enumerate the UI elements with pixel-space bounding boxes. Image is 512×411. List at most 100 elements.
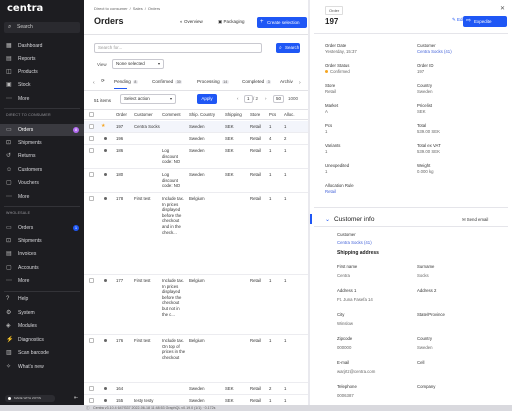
close-icon[interactable]: ✕ bbox=[500, 5, 505, 12]
sidebar-item-system[interactable]: ⚙ System bbox=[0, 307, 84, 319]
page-next-icon[interactable]: › bbox=[265, 96, 267, 101]
row-checkbox[interactable] bbox=[89, 386, 94, 391]
search-input[interactable]: Search for... bbox=[94, 43, 262, 53]
customer-link[interactable]: Centra Socks (41) bbox=[337, 240, 372, 245]
page-input[interactable]: 1 bbox=[244, 95, 253, 103]
apply-button[interactable]: Apply bbox=[197, 94, 217, 104]
sidebar-item-ws-invoices[interactable]: ▤ Invoices bbox=[0, 248, 84, 260]
bulk-action-select[interactable]: Select action ▾ bbox=[120, 94, 176, 104]
sidebar-item-more[interactable]: ⋯ More bbox=[0, 93, 84, 105]
select-all-checkbox[interactable] bbox=[89, 112, 94, 117]
cell-order-number[interactable]: 186 bbox=[116, 148, 123, 154]
sidebar-item-ws-accounts[interactable]: ▢ Accounts bbox=[0, 262, 84, 274]
customer-info-title[interactable]: Customer info bbox=[334, 216, 374, 223]
table-row[interactable]: ★ 197 Centra Socks Sweden SEK Retail 1 1 bbox=[84, 121, 308, 133]
table-row[interactable]: 180 Log discount code: NO Sweden SEK Retail 1… bbox=[84, 169, 308, 193]
made-with-badge[interactable]: MADE WITH ZOTIN bbox=[5, 395, 55, 402]
cell-order-number[interactable]: 197 bbox=[116, 124, 123, 130]
tab-completed[interactable]: Completed 3 bbox=[242, 79, 272, 84]
centra-logo[interactable]: centra bbox=[7, 3, 43, 14]
row-checkbox[interactable] bbox=[89, 338, 94, 343]
expedite-button[interactable]: ⇨ Expedite bbox=[463, 16, 507, 27]
table-row[interactable]: 176 First test Include tax. On top of pric… bbox=[84, 335, 308, 383]
cell-ship-country: Sweden bbox=[189, 124, 205, 129]
col-customer[interactable]: Customer bbox=[134, 112, 153, 117]
tab-processing[interactable]: Processing 14 bbox=[197, 79, 229, 84]
col-store[interactable]: Store bbox=[250, 112, 260, 117]
sidebar-item-shipments[interactable]: ⊡ Shipments bbox=[0, 137, 84, 149]
row-checkbox[interactable] bbox=[89, 196, 94, 201]
tab-refresh-icon[interactable]: ⟳ bbox=[101, 78, 105, 84]
cell-order-number[interactable]: 178 bbox=[116, 196, 123, 202]
sidebar-item-reports[interactable]: ▤ Reports bbox=[0, 53, 84, 65]
table-row[interactable]: 196 Sweden SEK Retail 4 2 bbox=[84, 133, 308, 145]
table-row[interactable]: 178 First test Include tax. In prices disp… bbox=[84, 193, 308, 275]
col-alloc[interactable]: Alloc. bbox=[284, 112, 295, 117]
per-page-1000[interactable]: 1000 bbox=[288, 96, 298, 101]
tab-archived[interactable]: Archiv bbox=[280, 79, 293, 84]
cell-order-number[interactable]: 177 bbox=[116, 278, 123, 284]
sidebar-item-ws-more[interactable]: ⋯ More bbox=[0, 275, 84, 287]
per-page-50[interactable]: 50 bbox=[273, 95, 285, 103]
packaging-button[interactable]: ▣ Packaging bbox=[218, 19, 245, 25]
sidebar-item-dashboard[interactable]: ▦ Dashboard bbox=[0, 40, 84, 52]
row-checkbox[interactable] bbox=[89, 278, 94, 283]
table-row[interactable]: 155 testy testy Sweden SEK Retail 1 1 bbox=[84, 395, 308, 405]
sidebar-item-scan-barcode[interactable]: ▥ Scan barcode bbox=[0, 347, 84, 359]
tabs-prev-icon[interactable]: ‹ bbox=[93, 80, 95, 86]
table-row[interactable]: 164 Sweden SEK Retail 2 1 bbox=[84, 383, 308, 395]
send-email-button[interactable]: ✉ Send email bbox=[462, 217, 488, 223]
chevron-down-icon[interactable]: ⌄ bbox=[325, 216, 330, 223]
tab-confirmed[interactable]: Confirmed 30 bbox=[152, 79, 183, 84]
breadcrumb-dtc[interactable]: Direct to consumer bbox=[94, 6, 128, 11]
search-button[interactable]: ⌕ Search bbox=[276, 43, 300, 53]
breadcrumb-orders[interactable]: Orders bbox=[148, 6, 160, 11]
address-value: Centra bbox=[337, 273, 350, 278]
overview-button[interactable]: ◐ Overview bbox=[180, 19, 203, 24]
sidebar-item-help[interactable]: ? Help bbox=[0, 293, 84, 305]
sidebar-search[interactable]: ⌕ Search bbox=[4, 22, 80, 33]
row-checkbox[interactable] bbox=[89, 148, 94, 153]
field-label: Order ID bbox=[417, 63, 434, 68]
col-order[interactable]: Order bbox=[116, 112, 127, 117]
collapse-sidebar-icon[interactable]: ⇤ bbox=[74, 395, 78, 401]
cell-order-number[interactable]: 196 bbox=[116, 136, 123, 142]
tab-pending[interactable]: Pending 8 bbox=[114, 79, 138, 84]
col-shipping[interactable]: Shipping bbox=[225, 112, 242, 117]
table-row[interactable]: 186 Log discount code: NO Sweden SEK Retail 1… bbox=[84, 145, 308, 169]
col-pcs[interactable]: Pcs bbox=[269, 112, 276, 117]
row-checkbox[interactable] bbox=[89, 124, 94, 129]
sidebar-item-more-dtc[interactable]: ⋯ More bbox=[0, 191, 84, 203]
cell-order-number[interactable]: 164 bbox=[116, 386, 123, 392]
sidebar-item-products[interactable]: ◫ Products bbox=[0, 66, 84, 78]
cell-order-number[interactable]: 176 bbox=[116, 338, 123, 344]
row-checkbox[interactable] bbox=[89, 136, 94, 141]
sidebar-item-vouchers[interactable]: ▢ Vouchers bbox=[0, 177, 84, 189]
breadcrumb-sales[interactable]: Sales bbox=[133, 6, 143, 11]
sidebar-item-ws-shipments[interactable]: ⊡ Shipments bbox=[0, 235, 84, 247]
cell-pcs: 1 bbox=[269, 172, 272, 177]
cell-order-number[interactable]: 155 bbox=[116, 398, 123, 404]
page-prev-icon[interactable]: ‹ bbox=[237, 96, 239, 101]
cell-order-number[interactable]: 180 bbox=[116, 172, 123, 178]
sidebar-item-stock[interactable]: ▣ Stock bbox=[0, 79, 84, 91]
sidebar-item-customers[interactable]: ☺ Customers bbox=[0, 164, 84, 176]
tabs-next-icon[interactable]: › bbox=[299, 80, 301, 86]
table-row[interactable]: 177 First test Include tax. In prices disp… bbox=[84, 275, 308, 335]
create-selection-button[interactable]: + Create selection bbox=[257, 17, 307, 28]
sidebar-item-orders[interactable]: ▭ Orders 8 bbox=[0, 124, 84, 136]
view-select[interactable]: None selected ▾ bbox=[112, 59, 164, 69]
panel-breadcrumb[interactable]: Order bbox=[325, 6, 344, 15]
sidebar-item-returns[interactable]: ↺ Returns bbox=[0, 150, 84, 162]
field-value[interactable]: Centra Socks (41) bbox=[417, 49, 452, 54]
star-icon[interactable]: ★ bbox=[101, 123, 105, 129]
sidebar-item-modules[interactable]: ◈ Modules bbox=[0, 320, 84, 332]
row-checkbox[interactable] bbox=[89, 398, 94, 403]
sidebar-item-diagnostics[interactable]: ⚡ Diagnostics bbox=[0, 334, 84, 346]
sidebar-item-whats-new[interactable]: ✧ What's new bbox=[0, 361, 84, 373]
col-comment[interactable]: Comment bbox=[162, 112, 181, 117]
row-checkbox[interactable] bbox=[89, 172, 94, 177]
sidebar-item-ws-orders[interactable]: ▭ Orders 1 bbox=[0, 222, 84, 234]
field-value[interactable]: Retail bbox=[325, 189, 336, 194]
col-ship-country[interactable]: Ship. Country bbox=[189, 112, 215, 117]
